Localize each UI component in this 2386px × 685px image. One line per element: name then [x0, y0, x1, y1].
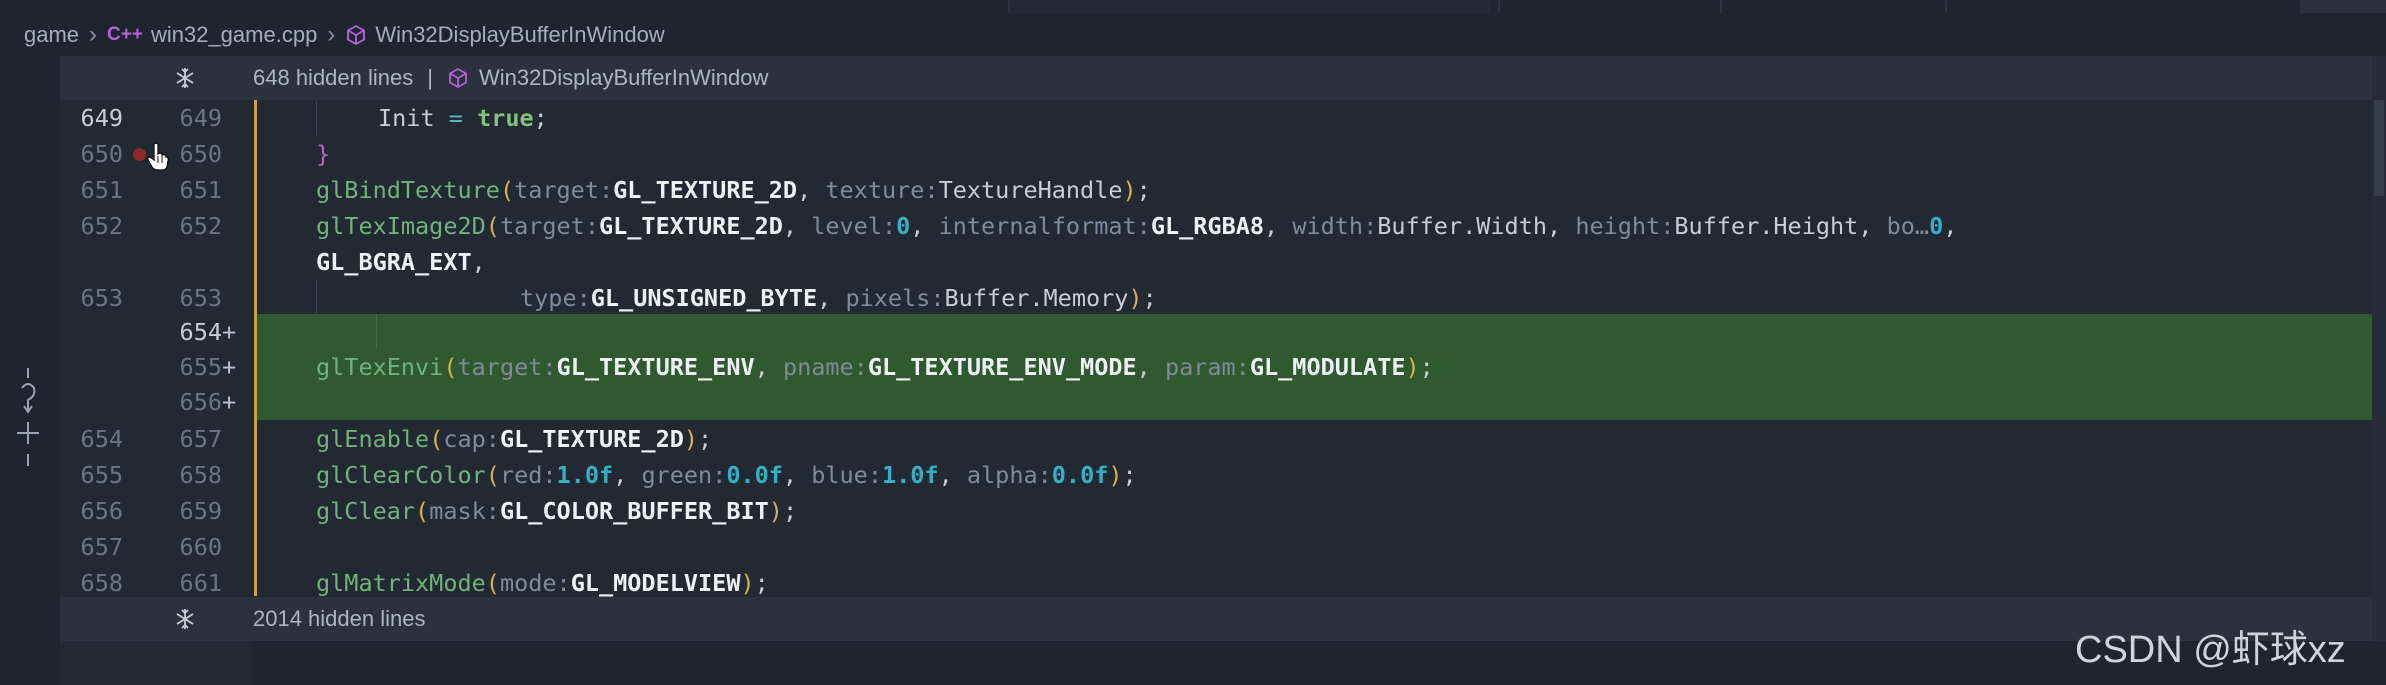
unfold-icon[interactable] [173, 607, 197, 631]
code-text: glTexImage2D(target:GL_TEXTURE_2D, level… [316, 212, 1958, 240]
added-line-marker: + [222, 353, 237, 381]
line-number-new: 656 [179, 388, 222, 416]
code-text: glMatrixMode(mode:GL_MODELVIEW); [316, 569, 769, 597]
chevron-right-icon: › [327, 20, 336, 48]
tab-divider [1498, 0, 1500, 13]
line-number-new: 652 [179, 212, 222, 240]
code-line-added[interactable]: 654 + [60, 314, 2386, 350]
code-text: type:GL_UNSIGNED_BYTE, pixels:Buffer.Mem… [520, 284, 1157, 312]
line-number-old: 658 [80, 569, 123, 597]
line-number-new: 660 [179, 533, 222, 561]
line-number-old: 652 [80, 212, 123, 240]
line-number-new: 661 [179, 569, 222, 597]
code-text: GL_BGRA_EXT, [316, 248, 486, 276]
code-line[interactable]: 656 659 glClear(mask:GL_COLOR_BUFFER_BIT… [60, 493, 2386, 529]
breadcrumb-folder[interactable]: game [24, 22, 79, 48]
code-line[interactable]: 657 660 [60, 529, 2386, 565]
code-line[interactable]: 654 657 glEnable(cap:GL_TEXTURE_2D); [60, 421, 2386, 457]
tab-divider [1945, 0, 1947, 13]
diff-control-strip [0, 56, 60, 685]
tab-divider [1008, 0, 1010, 13]
line-number-new: 653 [179, 284, 222, 312]
code-text: glEnable(cap:GL_TEXTURE_2D); [316, 425, 713, 453]
code-text: Init = true; [378, 104, 548, 132]
added-line-marker: + [222, 318, 237, 346]
line-number-old: 654 [80, 425, 123, 453]
line-number-new: 657 [179, 425, 222, 453]
code-line-added[interactable]: 655 + glTexEnvi(target:GL_TEXTURE_ENV, p… [60, 349, 2386, 385]
editor-empty-area [0, 641, 2386, 685]
hidden-lines-bar-top[interactable]: 648 hidden lines | Win32DisplayBufferInW… [60, 56, 2386, 100]
method-cube-icon [345, 24, 367, 46]
code-text: } [316, 140, 331, 168]
line-number-old: 657 [80, 533, 123, 561]
breadcrumb: game › C++ win32_game.cpp › Win32Display… [0, 13, 2386, 56]
code-text: glTexEnvi(target:GL_TEXTURE_ENV, pname:G… [316, 353, 1434, 381]
unfold-icon[interactable] [173, 66, 197, 90]
line-number-new: 649 [179, 104, 222, 132]
breakpoint-hint-dot[interactable] [133, 148, 146, 161]
code-text: glClear(mask:GL_COLOR_BUFFER_BIT); [316, 497, 798, 525]
line-number-new: 654 [179, 318, 222, 346]
gutter-empty-area [60, 641, 252, 685]
code-line[interactable]: 655 658 glClearColor(red:1.0f, green:0.0… [60, 457, 2386, 493]
revert-change-icon[interactable] [14, 366, 42, 476]
breadcrumb-symbol[interactable]: Win32DisplayBufferInWindow [375, 22, 664, 48]
line-number-old: 656 [80, 497, 123, 525]
method-cube-icon [447, 67, 469, 89]
code-line[interactable]: 650 650 } [60, 136, 2386, 172]
tab-strip [0, 0, 2386, 13]
line-number-new: 651 [179, 176, 222, 204]
added-line-marker: + [222, 388, 237, 416]
line-number-old: 653 [80, 284, 123, 312]
code-text: glClearColor(red:1.0f, green:0.0f, blue:… [316, 461, 1137, 489]
hand-pointer-icon [147, 142, 169, 177]
line-number-new: 658 [179, 461, 222, 489]
line-number-new: 659 [179, 497, 222, 525]
scrollbar-thumb[interactable] [2374, 100, 2384, 196]
separator: | [427, 65, 433, 90]
tab-strip-end [2300, 0, 2386, 13]
hidden-lines-symbol[interactable]: Win32DisplayBufferInWindow [479, 65, 768, 91]
line-number-old: 649 [80, 104, 123, 132]
breadcrumb-file[interactable]: win32_game.cpp [151, 22, 317, 48]
hidden-lines-bar-bottom[interactable]: 2014 hidden lines [60, 597, 2386, 641]
code-line[interactable]: 651 651 glBindTexture(target:GL_TEXTURE_… [60, 172, 2386, 208]
hidden-lines-count[interactable]: 648 hidden lines [253, 65, 413, 91]
chevron-right-icon: › [89, 20, 98, 48]
watermark: CSDN @虾球xz [2075, 629, 2346, 671]
line-number-old: 655 [80, 461, 123, 489]
tab-strip-active[interactable] [1010, 0, 1490, 13]
diff-controls [14, 366, 42, 476]
code-line[interactable]: 652 652 glTexImage2D(target:GL_TEXTURE_2… [60, 208, 2386, 244]
code-line[interactable]: 653 653 type:GL_UNSIGNED_BYTE, pixels:Bu… [60, 280, 2386, 316]
line-number-new: 655 [179, 353, 222, 381]
tab-divider [1720, 0, 1722, 13]
code-line-wrapped[interactable]: GL_BGRA_EXT, [60, 244, 2386, 280]
line-number-old: 650 [80, 140, 123, 168]
diff-editor[interactable]: 648 hidden lines | Win32DisplayBufferInW… [60, 56, 2386, 641]
code-line[interactable]: 649 649 Init = true; [60, 100, 2386, 136]
code-line-added[interactable]: 656 + [60, 384, 2386, 420]
code-text: glBindTexture(target:GL_TEXTURE_2D, text… [316, 176, 1151, 204]
cpp-file-icon: C++ [107, 23, 143, 45]
hidden-lines-count[interactable]: 2014 hidden lines [253, 606, 425, 632]
code-line[interactable]: 658 661 glMatrixMode(mode:GL_MODELVIEW); [60, 565, 2386, 601]
line-number-old: 651 [80, 176, 123, 204]
